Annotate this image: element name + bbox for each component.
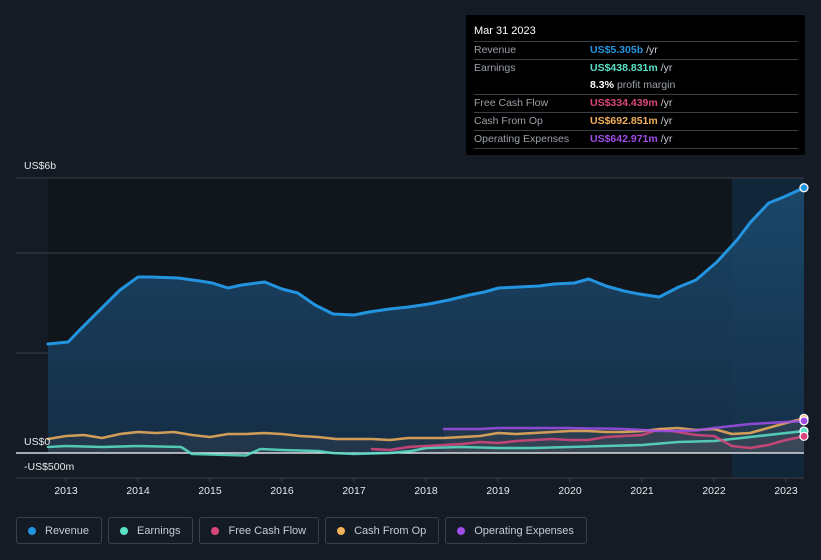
x-tick-label: 2022	[702, 485, 726, 497]
endpoint-dot-revenue	[799, 183, 809, 193]
legend-label: Cash From Op	[354, 524, 427, 537]
x-tick-label: 2021	[630, 485, 654, 497]
x-tick-label: 2016	[270, 485, 294, 497]
cash-from-op-dot-icon	[337, 526, 346, 535]
tooltip-value: US$642.971m	[590, 133, 658, 145]
x-tick-label: 2019	[486, 485, 510, 497]
endpoint-dot-operating-expenses	[799, 416, 809, 426]
tooltip-value: US$438.831m	[590, 62, 658, 74]
legend-item-revenue[interactable]: Revenue	[16, 517, 103, 544]
legend-label: Free Cash Flow	[228, 524, 307, 537]
operating-expenses-dot-icon	[457, 526, 466, 535]
x-tick-label: 2017	[342, 485, 366, 497]
free-cash-flow-dot-icon	[211, 526, 220, 535]
tooltip-unit: /yr	[660, 62, 673, 74]
tooltip-date: Mar 31 2023	[474, 23, 798, 42]
legend-label: Operating Expenses	[474, 524, 574, 537]
legend-item-free-cash-flow[interactable]: Free Cash Flow	[199, 517, 320, 544]
profit-margin-label: profit margin	[616, 79, 676, 91]
x-tick-label: 2018	[414, 485, 438, 497]
x-tick-label: 2020	[558, 485, 582, 497]
legend-item-cash-from-op[interactable]: Cash From Op	[325, 517, 440, 544]
tooltip-label: Revenue	[474, 44, 517, 56]
tooltip-unit: /yr	[660, 97, 673, 109]
revenue-dot-icon	[28, 526, 36, 535]
legend-label: Earnings	[137, 524, 181, 537]
legend-label: Revenue	[45, 524, 90, 537]
tooltip-row-margin: 8.3% profit margin	[474, 77, 798, 95]
y-tick-label: US$0	[24, 436, 50, 448]
tooltip-unit: /yr	[660, 133, 673, 145]
x-tick-label: 2014	[126, 485, 150, 497]
y-tick-label: -US$500m	[24, 461, 74, 473]
tooltip-value: US$692.851m	[590, 115, 658, 127]
tooltip-row-earnings: Earnings US$438.831m /yr	[474, 60, 798, 77]
endpoint-dot-free-cash-flow	[799, 431, 809, 441]
x-tick-label: 2023	[774, 485, 798, 497]
tooltip-value: US$5.305b	[590, 44, 644, 56]
tooltip-label: Operating Expenses	[474, 133, 570, 145]
tooltip-label: Earnings	[474, 62, 516, 74]
earnings-dot-icon	[120, 526, 129, 535]
x-tick-label: 2015	[198, 485, 222, 497]
tooltip-row-fcf: Free Cash Flow US$334.439m /yr	[474, 95, 798, 113]
profit-margin-value: 8.3%	[590, 79, 614, 91]
tooltip-value: US$334.439m	[590, 97, 658, 109]
tooltip-label: Cash From Op	[474, 115, 543, 127]
tooltip-row-cfo: Cash From Op US$692.851m /yr	[474, 113, 798, 131]
legend: Revenue Earnings Free Cash Flow Cash Fro…	[16, 517, 587, 544]
tooltip: Mar 31 2023 Revenue US$5.305b /yr Earnin…	[466, 15, 805, 155]
tooltip-row-revenue: Revenue US$5.305b /yr	[474, 42, 798, 60]
tooltip-unit: /yr	[646, 44, 658, 56]
tooltip-label-empty	[474, 77, 590, 94]
tooltip-label: Free Cash Flow	[474, 97, 549, 109]
x-tick-label: 2013	[54, 485, 78, 497]
tooltip-row-opex: Operating Expenses US$642.971m /yr	[474, 131, 798, 149]
tooltip-unit: /yr	[660, 115, 673, 127]
legend-item-operating-expenses[interactable]: Operating Expenses	[445, 517, 587, 544]
legend-item-earnings[interactable]: Earnings	[108, 517, 194, 544]
y-tick-label: US$6b	[24, 160, 56, 172]
